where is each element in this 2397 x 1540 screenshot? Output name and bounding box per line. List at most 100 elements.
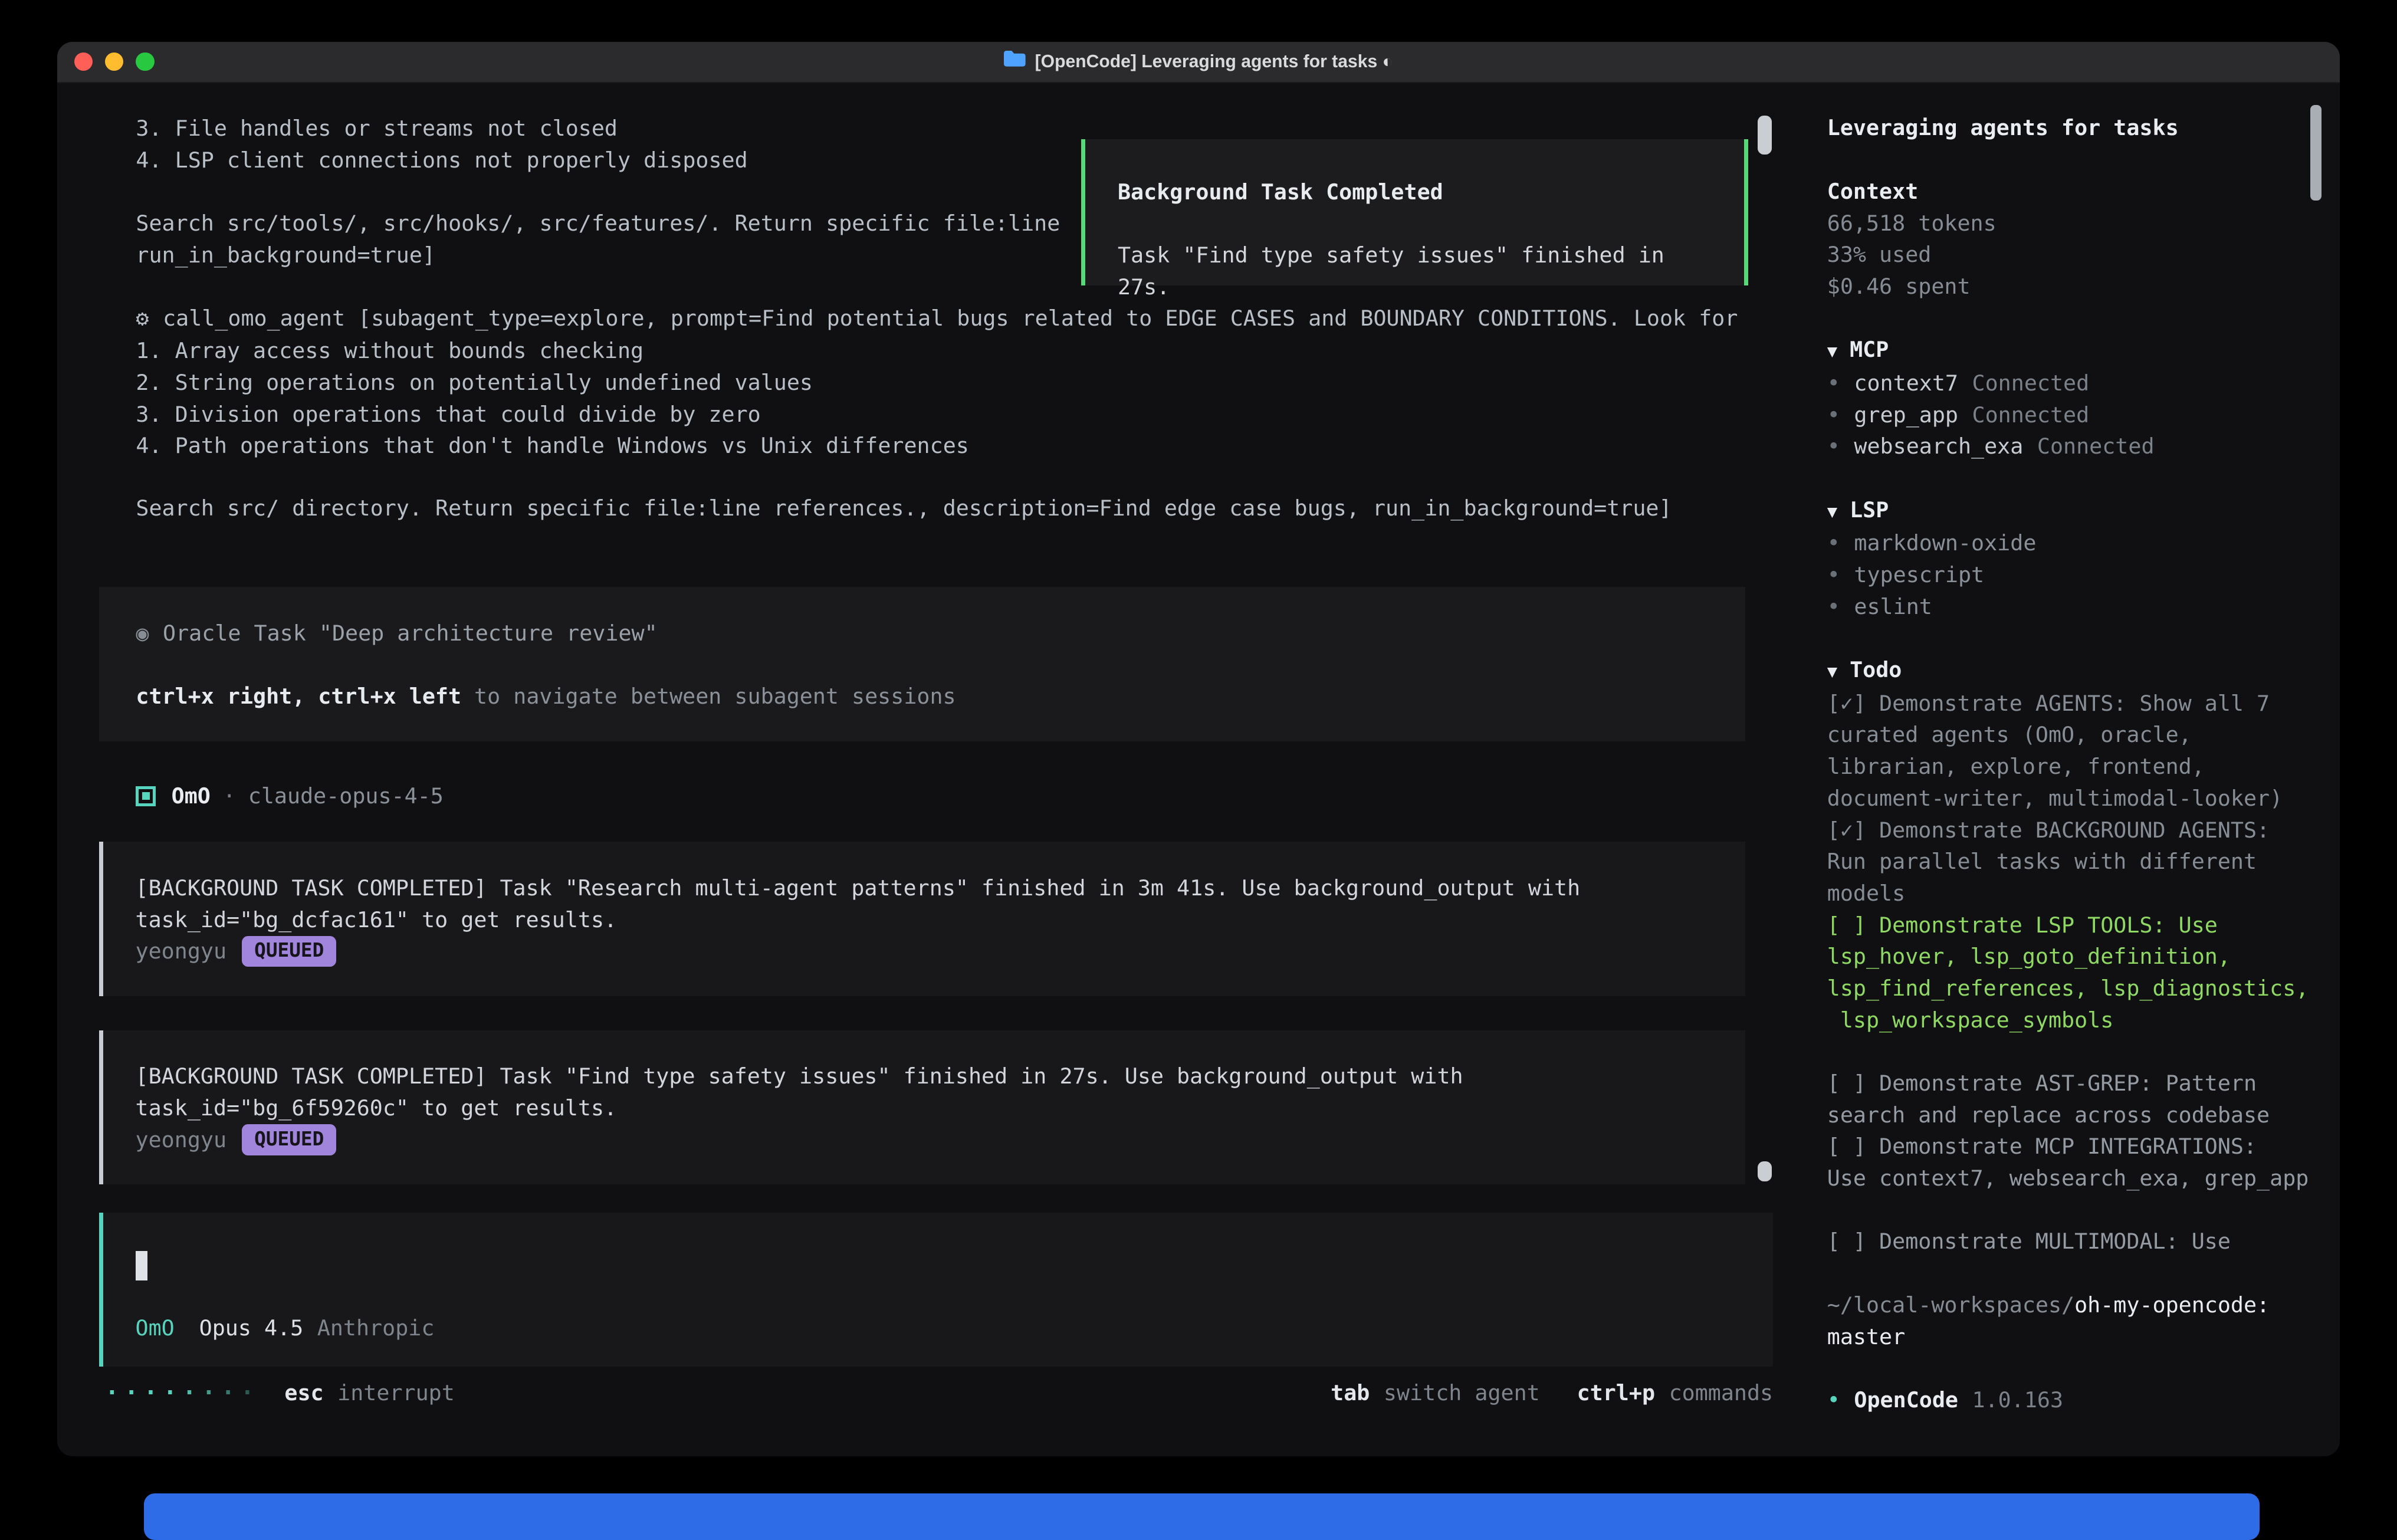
mcp-heading[interactable]: ▼ MCP <box>1827 334 2319 367</box>
todo-heading-label: Todo <box>1850 657 1902 682</box>
bullet-icon: • <box>1827 399 1840 431</box>
message-background-task-1: [BACKGROUND TASK COMPLETED] Task "Resear… <box>99 842 1745 996</box>
window-title-text: [OpenCode] Leveraging agents for tasks ◐ <box>1035 46 1393 78</box>
log-output: 3. File handles or streams not closed 4.… <box>136 113 1060 271</box>
oracle-task-title: Oracle Task "Deep architecture review" <box>163 620 658 646</box>
context-used: 33% used <box>1827 239 2319 271</box>
context-heading: Context <box>1827 176 2319 208</box>
queued-badge: QUEUED <box>242 1124 336 1155</box>
todo-item-pending: [ ] Demonstrate AST-GREP: Pattern search… <box>1827 1068 2319 1131</box>
mcp-heading-label: MCP <box>1850 337 1889 362</box>
hint-key-right: ctrl+x right, <box>136 684 305 709</box>
folder-icon <box>1004 46 1026 78</box>
oracle-icon: ◉ <box>136 620 149 646</box>
agent-separator: · <box>223 780 236 812</box>
agent-model: claude-opus-4-5 <box>248 780 444 812</box>
mcp-name: grep_app <box>1854 399 1958 431</box>
workspace-path-prefix: ~/local-workspaces/ <box>1827 1292 2074 1318</box>
agent-header: OmO · claude-opus-4-5 <box>136 780 443 812</box>
tool-call-items: 1. Array access without bounds checking … <box>136 335 968 462</box>
input-model-name: Opus 4.5 <box>199 1312 304 1344</box>
statusbar-left: ········ esc interrupt <box>105 1377 455 1409</box>
bullet-icon: • <box>1827 591 1840 623</box>
ctrlp-key-label: commands <box>1669 1377 1774 1409</box>
collapse-icon: ▼ <box>1827 501 1837 521</box>
toast-title: Background Task Completed <box>1118 176 1726 208</box>
oracle-navigation-hint: ctrl+x right, ctrl+x left to navigate betw… <box>136 681 1745 712</box>
mcp-item: • context7 Connected <box>1827 367 2319 399</box>
tool-call-text: call_omo_agent [subagent_type=explore, p… <box>163 303 1738 334</box>
gear-icon: ⚙ <box>136 303 149 334</box>
lsp-heading[interactable]: ▼LSP <box>1827 494 2319 528</box>
tool-call-line: ⚙ call_omo_agent [subagent_type=explore,… <box>136 303 1738 334</box>
todo-item-done: [✓] Demonstrate AGENTS: Show all 7 curat… <box>1827 688 2319 815</box>
hint-text: to navigate between subagent sessions <box>474 684 956 709</box>
version-row: • OpenCode 1.0.163 <box>1827 1384 2319 1416</box>
app-window: [OpenCode] Leveraging agents for tasks ◐… <box>57 42 2340 1457</box>
bullet-icon: • <box>1827 527 1840 559</box>
toast-notification: Background Task Completed Task "Find typ… <box>1081 139 1748 286</box>
esc-key-hint: esc <box>284 1377 323 1409</box>
todo-item-pending: [ ] Demonstrate MULTIMODAL: Use <box>1827 1226 2319 1257</box>
lsp-name: typescript <box>1854 559 1984 591</box>
main-scrollbar-thumb-lower[interactable] <box>1758 1161 1772 1181</box>
agent-name: OmO <box>172 780 211 812</box>
message-text: [BACKGROUND TASK COMPLETED] Task "Find t… <box>136 1060 1745 1124</box>
lsp-item: • eslint <box>1827 591 2319 623</box>
lsp-item: • typescript <box>1827 559 2319 591</box>
session-title: Leveraging agents for tasks <box>1827 112 2319 144</box>
oracle-task-title-row: ◉ Oracle Task "Deep architecture review" <box>136 618 1745 649</box>
app-version: 1.0.163 <box>1972 1384 2063 1416</box>
desktop: [OpenCode] Leveraging agents for tasks ◐… <box>0 0 2397 1526</box>
mcp-name: context7 <box>1854 367 1958 399</box>
message-text: [BACKGROUND TASK COMPLETED] Task "Resear… <box>136 872 1745 935</box>
message-author: yeongyu <box>136 935 226 967</box>
close-button[interactable] <box>74 52 93 71</box>
tab-key-label: switch agent <box>1384 1377 1540 1409</box>
ctrlp-key-hint: ctrl+p <box>1577 1377 1655 1409</box>
tool-call-footer: Search src/ directory. Return specific f… <box>136 492 1672 524</box>
mcp-status: Connected <box>1972 367 2090 399</box>
minimize-button[interactable] <box>105 52 123 71</box>
bottom-dock-bar[interactable] <box>144 1493 2260 1540</box>
context-tokens: 66,518 tokens <box>1827 208 2319 239</box>
tab-key-hint: tab <box>1331 1377 1370 1409</box>
context-spent: $0.46 spent <box>1827 271 2319 303</box>
todo-item-pending: [ ] Demonstrate MCP INTEGRATIONS: Use co… <box>1827 1131 2319 1194</box>
mcp-status: Connected <box>2037 431 2155 462</box>
oracle-task-panel: ◉Oracle Task "Deep architecture review" … <box>99 587 1745 741</box>
text-cursor <box>136 1251 148 1280</box>
mcp-status: Connected <box>1972 399 2090 431</box>
zoom-button[interactable] <box>136 52 154 71</box>
message-meta: yeongyu QUEUED <box>136 1124 1745 1156</box>
traffic-lights <box>74 52 155 71</box>
agent-checkbox-icon <box>136 786 156 806</box>
collapse-icon: ▼ <box>1827 661 1837 681</box>
collapse-icon: ▼ <box>1827 341 1837 361</box>
main-scrollbar-thumb[interactable] <box>1758 116 1772 154</box>
lsp-name: markdown-oxide <box>1854 527 2036 559</box>
todo-item-active: [ ] Demonstrate LSP TOOLS: Use lsp_hover… <box>1827 909 2319 1036</box>
queued-badge: QUEUED <box>242 936 336 967</box>
workspace-path: ~/local-workspaces/oh-my-opencode: maste… <box>1827 1289 2319 1352</box>
input-provider-name: Anthropic <box>317 1312 435 1344</box>
spinner-icon: ········ <box>105 1377 260 1409</box>
bullet-icon: • <box>1827 367 1840 399</box>
bullet-icon: • <box>1827 1384 1840 1416</box>
prompt-input[interactable]: OmO Opus 4.5 Anthropic <box>99 1213 1774 1367</box>
lsp-name: eslint <box>1854 591 1932 623</box>
hint-key-left: ctrl+x left <box>318 684 461 709</box>
message-author: yeongyu <box>136 1124 226 1156</box>
sidebar: Leveraging agents for tasks Context 66,5… <box>1827 112 2319 1416</box>
todo-item-done: [✓] Demonstrate BACKGROUND AGENTS: Run p… <box>1827 815 2319 909</box>
mcp-item: •websearch_exaConnected <box>1827 431 2319 462</box>
toast-body: Task "Find type safety issues" finished … <box>1118 239 1726 303</box>
app-name: OpenCode <box>1854 1384 1958 1416</box>
bullet-icon: • <box>1827 559 1840 591</box>
todo-heading[interactable]: ▼ Todo <box>1827 654 2319 688</box>
input-agent-name: OmO <box>136 1312 175 1344</box>
message-meta: yeongyu QUEUED <box>136 935 1745 967</box>
message-background-task-2: [BACKGROUND TASK COMPLETED] Task "Find t… <box>99 1030 1745 1185</box>
window-title: [OpenCode] Leveraging agents for tasks ◐ <box>1004 46 1393 78</box>
bullet-icon: • <box>1827 431 1840 462</box>
